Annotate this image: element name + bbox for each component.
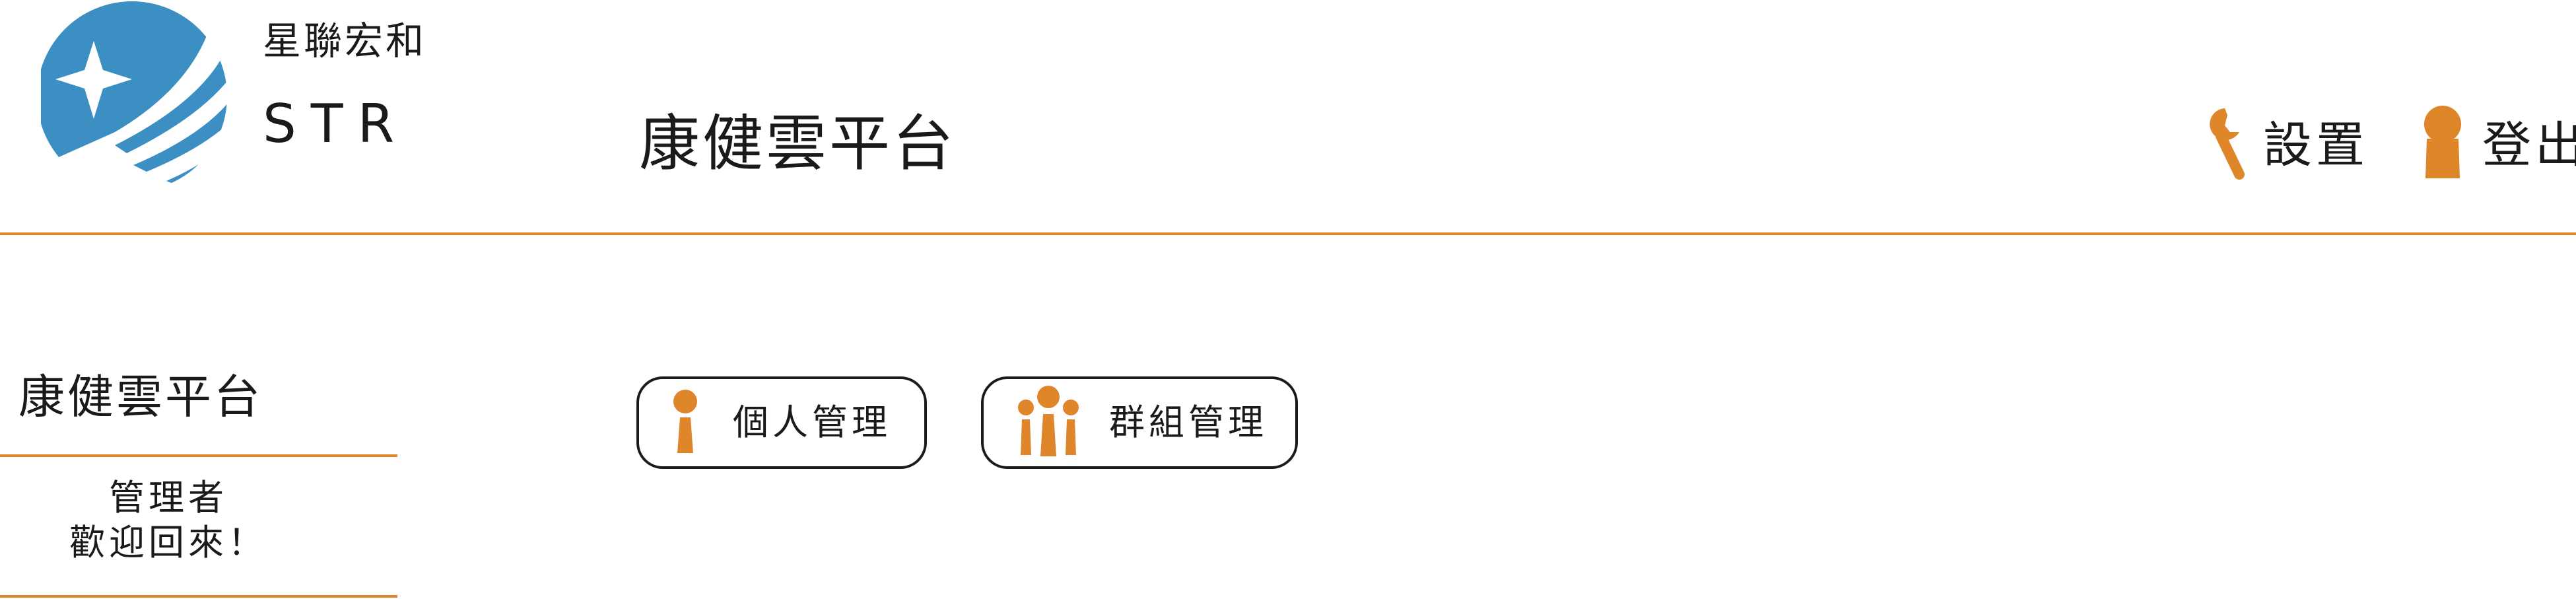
welcome-panel: 管理者 歡迎回來！	[0, 476, 337, 565]
settings-label: 設置	[2263, 117, 2369, 174]
wrench-icon	[2198, 104, 2251, 186]
user-icon	[2419, 104, 2466, 186]
personal-management-button[interactable]: 個人管理	[636, 376, 927, 469]
sidebar-title[interactable]: 康健雲平台	[18, 361, 263, 433]
brand-name-cn: 星聯宏和	[263, 18, 427, 63]
header-divider	[0, 232, 2576, 235]
sidebar-divider	[0, 595, 397, 598]
group-icon	[1017, 385, 1080, 460]
group-management-label: 群組管理	[1109, 402, 1268, 443]
page-title: 康健雲平台	[639, 108, 957, 179]
brand-logo-icon	[41, 0, 239, 192]
welcome-message: 歡迎回來！	[69, 522, 267, 563]
logout-label: 登出	[2482, 117, 2576, 174]
person-icon	[671, 388, 700, 457]
logout-button[interactable]: 登出	[2419, 106, 2576, 185]
settings-button[interactable]: 設置	[2198, 106, 2369, 185]
group-management-button[interactable]: 群組管理	[981, 376, 1298, 469]
sidebar-divider	[0, 454, 397, 457]
brand-name-en: STR	[263, 93, 409, 155]
personal-management-label: 個人管理	[733, 402, 891, 443]
welcome-role: 管理者	[109, 477, 228, 518]
